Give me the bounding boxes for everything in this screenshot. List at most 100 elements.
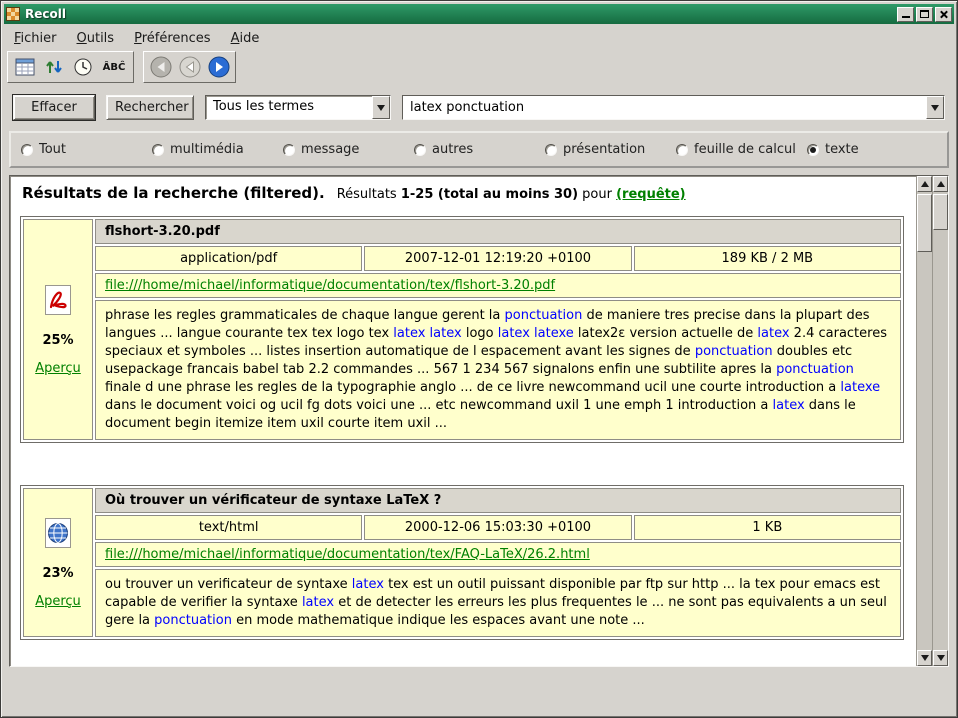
sort-button[interactable]	[40, 54, 67, 80]
nav-first-page-button[interactable]	[147, 54, 174, 80]
preview-link[interactable]: Aperçu	[35, 594, 81, 609]
scrollbar-thumb[interactable]	[917, 194, 932, 252]
pdf-icon[interactable]	[44, 284, 72, 320]
radio-icon	[152, 144, 164, 156]
scroll-up-button[interactable]	[933, 176, 948, 192]
scrollbar-track[interactable]	[933, 192, 948, 650]
result-url-link[interactable]: file:///home/michael/informatique/docume…	[105, 278, 555, 293]
query-combo	[402, 95, 945, 120]
toolbar: ÂBĈ	[1, 50, 957, 87]
filter-label: présentation	[563, 142, 645, 157]
clear-button[interactable]: Effacer	[13, 95, 95, 120]
recoll-window: Recoll Fichier Outils Préférences Aide Â…	[0, 0, 958, 718]
menu-fichier[interactable]: Fichier	[7, 29, 64, 48]
maximize-button[interactable]	[916, 7, 933, 22]
term-explorer-button[interactable]: ÂBĈ	[98, 54, 130, 80]
result-title: flshort-3.20.pdf	[95, 219, 901, 244]
result-side: 23% Aperçu	[23, 488, 93, 637]
result-date: 2000-12-06 15:03:30 +0100	[364, 515, 631, 540]
search-button[interactable]: Rechercher	[106, 95, 194, 120]
search-input[interactable]	[403, 96, 926, 119]
table-view-button[interactable]	[11, 54, 38, 80]
nav-prev-page-button[interactable]	[176, 54, 203, 80]
scrollbar-track[interactable]	[917, 192, 932, 650]
filter-label: feuille de calcul	[694, 142, 796, 157]
result-size: 189 KB / 2 MB	[634, 246, 901, 271]
result-snippet: ou trouver un verificateur de syntaxe la…	[95, 569, 901, 637]
result-url-row: file:///home/michael/informatique/docume…	[95, 542, 901, 567]
sort-arrows-icon	[45, 58, 63, 76]
html-icon[interactable]	[44, 517, 72, 553]
radio-icon	[283, 144, 295, 156]
result-main: flshort-3.20.pdf application/pdf 2007-12…	[95, 219, 901, 440]
filter-label: texte	[825, 142, 859, 157]
result-mime: application/pdf	[95, 246, 362, 271]
toolbar-group-tools: ÂBĈ	[7, 51, 134, 83]
filter-label: Tout	[39, 142, 66, 157]
relevance-percent: 25%	[42, 333, 73, 348]
nav-next-page-button[interactable]	[205, 54, 232, 80]
menubar: Fichier Outils Préférences Aide	[1, 26, 957, 50]
filter-label: message	[301, 142, 359, 157]
result-date: 2007-12-01 12:19:20 +0100	[364, 246, 631, 271]
menu-aide[interactable]: Aide	[224, 29, 267, 48]
result-mime: text/html	[95, 515, 362, 540]
minimize-icon	[902, 10, 910, 18]
search-mode-select[interactable]: Tous les termes	[205, 95, 391, 120]
results-range: 1-25 (total au moins 30)	[401, 187, 578, 202]
table-icon	[15, 58, 35, 76]
history-button[interactable]	[69, 54, 96, 80]
menu-outils[interactable]: Outils	[70, 29, 122, 48]
scroll-down-button[interactable]	[917, 650, 932, 666]
search-mode-value: Tous les termes	[206, 96, 372, 119]
arrow-up-icon	[921, 181, 929, 187]
chevron-down-icon[interactable]	[926, 96, 944, 119]
result-gap	[20, 443, 906, 485]
radio-icon	[545, 144, 557, 156]
chevron-down-icon[interactable]	[372, 96, 390, 119]
preview-link[interactable]: Aperçu	[35, 361, 81, 376]
result-meta: application/pdf 2007-12-01 12:19:20 +010…	[95, 246, 901, 271]
results-header: Résultats de la recherche (filtered).Rés…	[22, 184, 904, 202]
nav-first-page-icon	[150, 56, 172, 78]
history-clock-icon	[74, 58, 92, 76]
scroll-down-button[interactable]	[933, 650, 948, 666]
window-title: Recoll	[25, 7, 892, 21]
result-meta: text/html 2000-12-06 15:03:30 +0100 1 KB	[95, 515, 901, 540]
scrollbar-thumb[interactable]	[933, 194, 948, 230]
radio-icon	[676, 144, 688, 156]
search-row: Effacer Rechercher Tous les termes	[1, 87, 957, 125]
filter-bar: Tout multimédia message autres présentat…	[9, 131, 949, 168]
radio-icon	[21, 144, 33, 156]
toolbar-group-nav	[143, 51, 236, 83]
result-item: 23% Aperçu Où trouver un vérificateur de…	[20, 485, 904, 640]
filter-message[interactable]: message	[283, 142, 414, 157]
result-snippet: phrase les regles grammaticales de chaqu…	[95, 300, 901, 440]
filter-autres[interactable]: autres	[414, 142, 545, 157]
result-url-link[interactable]: file:///home/michael/informatique/docume…	[105, 547, 590, 562]
relevance-percent: 23%	[42, 566, 73, 581]
titlebar[interactable]: Recoll	[4, 4, 954, 24]
filter-label: autres	[432, 142, 473, 157]
inner-scrollbar[interactable]	[916, 176, 932, 666]
filter-feuille-de-calcul[interactable]: feuille de calcul	[676, 142, 807, 157]
filter-presentation[interactable]: présentation	[545, 142, 676, 157]
result-item: 25% Aperçu flshort-3.20.pdf application/…	[20, 216, 904, 443]
minimize-button[interactable]	[897, 7, 914, 22]
filter-multimedia[interactable]: multimédia	[152, 142, 283, 157]
window-controls	[897, 7, 952, 22]
close-icon	[939, 10, 948, 19]
query-link[interactable]: (requête)	[616, 187, 686, 202]
menu-preferences[interactable]: Préférences	[127, 29, 217, 48]
arrow-up-icon	[937, 181, 945, 187]
scroll-up-button[interactable]	[917, 176, 932, 192]
outer-scrollbar[interactable]	[932, 176, 948, 666]
app-icon[interactable]	[6, 7, 20, 21]
maximize-icon	[920, 10, 929, 18]
radio-icon	[414, 144, 426, 156]
close-button[interactable]	[935, 7, 952, 22]
filter-texte[interactable]: texte	[807, 142, 859, 157]
filter-tout[interactable]: Tout	[21, 142, 152, 157]
nav-next-page-icon	[208, 56, 230, 78]
result-url-row: file:///home/michael/informatique/docume…	[95, 273, 901, 298]
